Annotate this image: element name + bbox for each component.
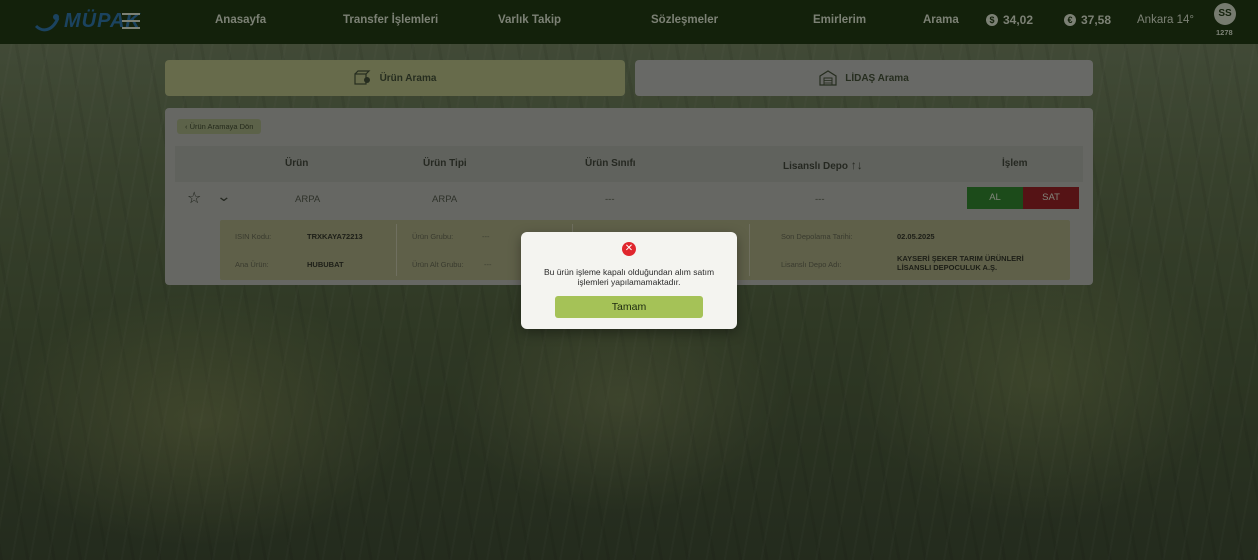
usd-rate: $ 34,02	[986, 13, 1033, 27]
nav-arama[interactable]: Arama	[923, 14, 959, 26]
sell-button[interactable]: SAT	[1023, 187, 1079, 209]
son-depolama-label: Son Depolama Tarihi:	[781, 232, 853, 241]
eur-rate: € 37,58	[1064, 13, 1111, 27]
depo-adi-value-line1: KAYSERİ ŞEKER TARIM ÜRÜNLERİ	[897, 254, 1024, 263]
cell-urun-sinifi: ---	[605, 194, 615, 205]
warehouse-icon	[819, 70, 837, 86]
dollar-icon: $	[986, 14, 998, 26]
top-navigation-bar: MÜPAK Anasayfa Transfer İşlemleri Varlık…	[0, 0, 1258, 44]
chevron-down-icon[interactable]: ⌄	[216, 188, 231, 205]
eur-rate-value: 37,58	[1081, 13, 1112, 27]
table-row: ☆ ⌄ ARPA ARPA --- --- AL SAT	[175, 182, 1083, 216]
cell-urun: ARPA	[295, 194, 321, 205]
star-icon[interactable]: ☆	[187, 188, 201, 208]
nav-emirlerim[interactable]: Emirlerim	[813, 14, 866, 26]
depo-adi-label: Lisanslı Depo Adı:	[781, 260, 842, 269]
column-urun: Ürün	[285, 158, 309, 169]
cell-lisansli-depo: ---	[815, 194, 825, 205]
euro-icon: €	[1064, 14, 1076, 26]
ok-button[interactable]: Tamam	[555, 296, 703, 318]
error-x-icon: ✕	[622, 242, 636, 256]
user-avatar[interactable]: SS	[1214, 3, 1236, 25]
table-header: Ürün Ürün Tipi Ürün Sınıfı Lisanslı Depo…	[175, 146, 1083, 182]
chevron-left-icon: ‹	[185, 122, 188, 131]
ana-urun-value: HUBUBAT	[307, 260, 344, 269]
isin-value: TRXKAYA72213	[307, 232, 363, 241]
box-search-icon	[353, 70, 371, 85]
nav-transfer-islemleri[interactable]: Transfer İşlemleri	[343, 14, 438, 26]
usd-rate-value: 34,02	[1003, 13, 1034, 27]
divider	[749, 224, 750, 276]
son-depolama-value: 02.05.2025	[897, 232, 935, 241]
tab-lidas-arama[interactable]: LİDAŞ Arama	[635, 60, 1093, 96]
isin-label: ISIN Kodu:	[235, 232, 272, 241]
error-dialog: ✕ Bu ürün işleme kapalı olduğundan alım …	[521, 232, 737, 329]
tab-urun-arama[interactable]: Ürün Arama	[165, 60, 625, 96]
buy-button[interactable]: AL	[967, 187, 1023, 209]
tab-lidas-arama-label: LİDAŞ Arama	[845, 72, 909, 84]
urun-grubu-label: Ürün Grubu:	[412, 232, 454, 241]
depo-adi-value-line2: LİSANSLI DEPOCULUK A.Ş.	[897, 263, 998, 272]
column-islem: İşlem	[1002, 158, 1028, 169]
sort-icon[interactable]: ↑↓	[851, 158, 863, 172]
nav-anasayfa[interactable]: Anasayfa	[215, 14, 266, 26]
nav-varlik-takip[interactable]: Varlık Takip	[498, 14, 561, 26]
logo-leaf-icon	[34, 13, 60, 31]
column-urun-sinifi: Ürün Sınıfı	[585, 158, 636, 169]
urun-grubu-value: ---	[482, 232, 490, 241]
nav-sozlesmeler[interactable]: Sözleşmeler	[651, 14, 718, 26]
divider	[396, 224, 397, 276]
urun-alt-grubu-label: Ürün Alt Grubu:	[412, 260, 464, 269]
weather-info: Ankara 14°	[1137, 14, 1195, 26]
tab-urun-arama-label: Ürün Arama	[379, 72, 437, 84]
cell-urun-tipi: ARPA	[432, 194, 458, 205]
column-lisansli-depo-label: Lisanslı Depo	[783, 161, 849, 172]
back-to-search-button[interactable]: ‹ Ürün Aramaya Dön	[177, 119, 262, 134]
urun-alt-grubu-value: ---	[484, 260, 492, 269]
user-number: 1278	[1216, 28, 1233, 37]
back-to-search-label: Ürün Aramaya Dön	[189, 122, 254, 131]
error-message: Bu ürün işleme kapalı olduğundan alım sa…	[543, 267, 715, 287]
column-urun-tipi: Ürün Tipi	[423, 158, 467, 169]
ana-urun-label: Ana Ürün:	[235, 260, 269, 269]
column-lisansli-depo[interactable]: Lisanslı Depo ↑↓	[783, 158, 863, 172]
hamburger-menu-icon[interactable]	[122, 13, 140, 29]
